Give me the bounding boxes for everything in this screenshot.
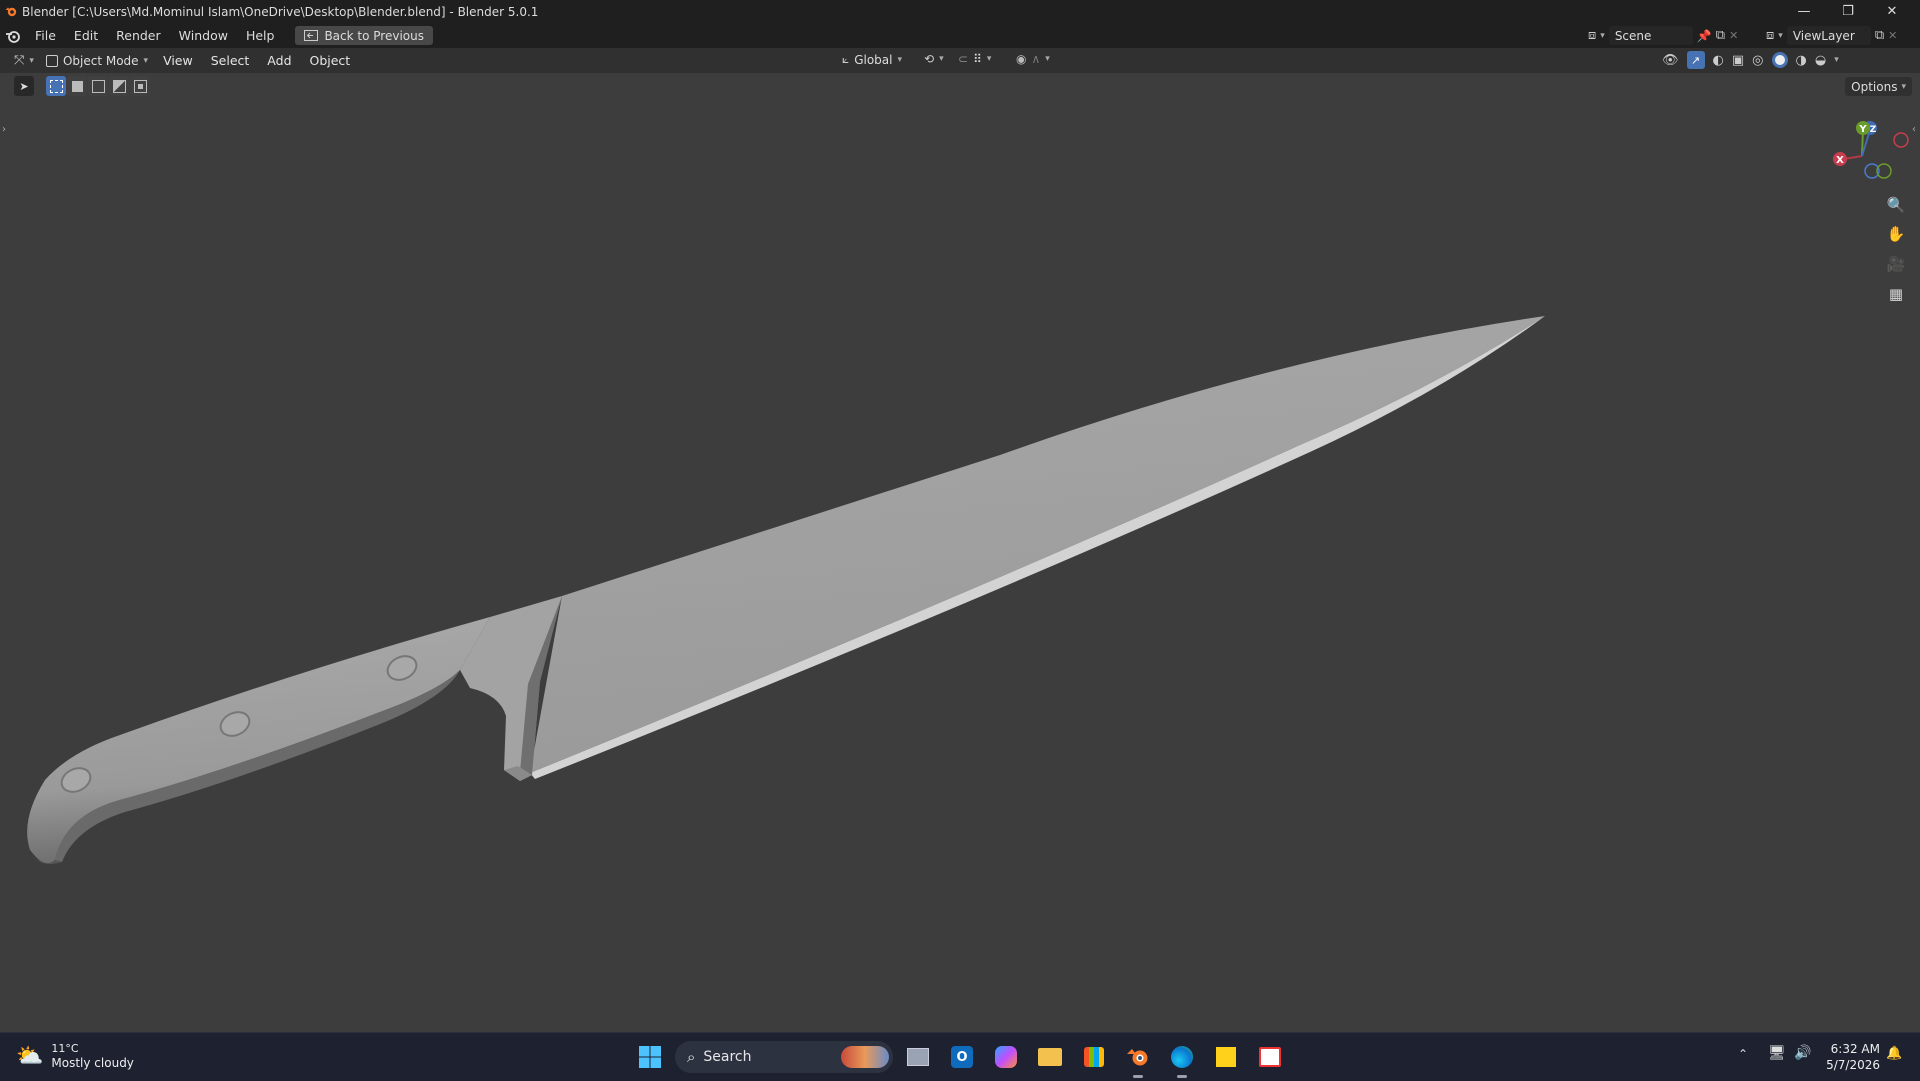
partly-cloudy-icon: ⛅ <box>16 1043 44 1069</box>
file-explorer-app[interactable] <box>1036 1043 1064 1071</box>
edge-running-indicator <box>1177 1075 1187 1078</box>
task-view-icon <box>907 1048 929 1066</box>
knife-3d-model[interactable] <box>0 0 1920 1032</box>
edge-icon <box>1171 1046 1193 1068</box>
task-view-button[interactable] <box>904 1043 932 1071</box>
blender-logo-icon <box>1127 1049 1148 1066</box>
search-highlight-image <box>841 1046 889 1068</box>
volume-icon[interactable]: 🔊 <box>1794 1045 1811 1061</box>
sticky-notes-app[interactable] <box>1212 1043 1240 1071</box>
clock-time: 6:32 AM <box>1830 1042 1880 1056</box>
weather-widget[interactable]: ⛅ 11°C Mostly cloudy <box>16 1041 134 1071</box>
sticky-note-icon <box>1216 1047 1236 1067</box>
store-bag-icon <box>1084 1047 1104 1067</box>
start-button[interactable] <box>636 1043 664 1071</box>
blender-running-indicator <box>1133 1075 1143 1078</box>
blender-app[interactable] <box>1124 1043 1152 1071</box>
clock[interactable]: 6:32 AM 5/7/2026 <box>1820 1041 1880 1073</box>
store-app[interactable] <box>1080 1043 1108 1071</box>
folder-icon <box>1038 1048 1062 1066</box>
taskbar-search[interactable]: ⌕ Search <box>675 1041 893 1073</box>
copilot-icon <box>995 1046 1017 1068</box>
outlook-icon: O <box>951 1046 973 1068</box>
notification-bell-icon[interactable]: 🔔 <box>1886 1046 1902 1061</box>
show-hidden-icons-chevron-icon[interactable]: ⌃ <box>1738 1047 1748 1061</box>
snipping-tool-app[interactable] <box>1256 1043 1284 1071</box>
clock-date: 5/7/2026 <box>1826 1058 1880 1072</box>
weather-description: Mostly cloudy <box>51 1056 134 1070</box>
edge-app[interactable] <box>1168 1043 1196 1071</box>
network-icon[interactable]: 🖥 <box>1768 1045 1786 1061</box>
search-label: Search <box>703 1049 752 1065</box>
outlook-app[interactable]: O <box>948 1043 976 1071</box>
windows-taskbar: ⛅ 11°C Mostly cloudy ⌕ Search O ⌃ 🖥 🔊 6:… <box>0 1032 1920 1081</box>
snipping-icon <box>1259 1047 1281 1067</box>
copilot-app[interactable] <box>992 1043 1020 1071</box>
windows-logo-icon <box>639 1046 661 1068</box>
weather-temperature: 11°C <box>51 1042 79 1055</box>
search-icon: ⌕ <box>687 1048 696 1066</box>
